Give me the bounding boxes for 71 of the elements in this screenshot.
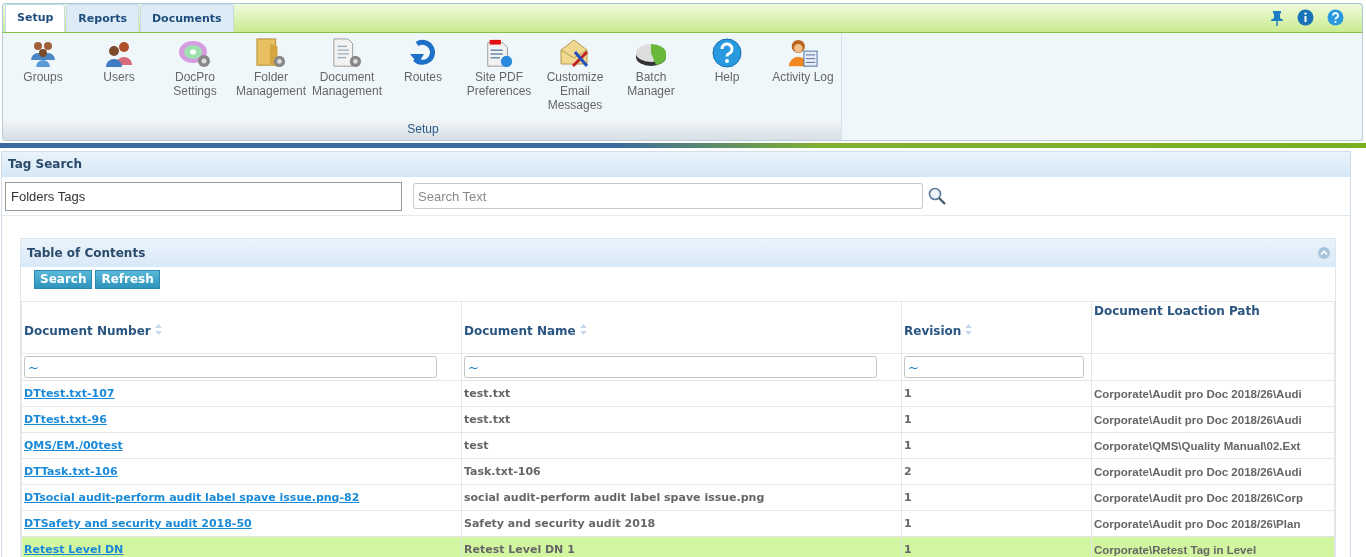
search-icon[interactable] (928, 187, 946, 205)
help-icon[interactable] (1327, 9, 1344, 26)
table-row[interactable]: DTtest.txt-96 test.txt 1 Corporate\Audit pro Doc 2018/26\Audi (21, 406, 1335, 433)
ribbon-button[interactable]: Routes (385, 38, 461, 120)
person-list-icon (786, 38, 820, 68)
ribbon-button[interactable]: Batch Manager (613, 38, 689, 120)
document-link[interactable]: DTtest.txt-107 (24, 387, 115, 400)
table-cell: test.txt (464, 413, 511, 426)
column-header[interactable]: Revision (904, 323, 962, 338)
ribbon-button[interactable]: Folder Management (233, 38, 309, 120)
table-cell: test.txt (464, 387, 511, 400)
table-cell: Retest Level DN 1 (464, 543, 575, 556)
document-link[interactable]: QMS/EM./00test (24, 439, 123, 452)
table-cell: 2 (904, 465, 912, 478)
ribbon-tab[interactable]: Documents (139, 4, 234, 32)
column-header[interactable]: Document Loaction Path (1094, 304, 1260, 318)
table-row[interactable]: DTSafety and security audit 2018-50 Safety and security audit 2018 1 Corporate\Audit pro Doc 2018/26\Plan (21, 510, 1335, 537)
info-icon[interactable] (1297, 9, 1314, 26)
table-cell: Task.txt-106 (464, 465, 541, 478)
ribbon-button[interactable]: Site PDF Preferences (461, 38, 537, 120)
document-link[interactable]: Retest Level DN (24, 543, 124, 556)
search-field[interactable]: Search Text (413, 183, 923, 209)
collapse-icon[interactable] (1318, 247, 1330, 259)
help-icon (712, 38, 742, 68)
filter-field[interactable]: ~ (24, 356, 437, 378)
table-cell: 1 (904, 517, 912, 530)
disc-gear-icon (178, 38, 212, 68)
table-row[interactable]: QMS/EM./00test test 1 Corporate\QMS\Quality Manual\02.Ext (21, 432, 1335, 459)
ribbon-tab[interactable]: Setup (5, 4, 66, 32)
filter-field[interactable]: ~ (464, 356, 877, 378)
table-row[interactable]: DTtest.txt-107 test.txt 1 Corporate\Audit pro Doc 2018/26\Audi (21, 380, 1335, 407)
document-link[interactable]: DTtest.txt-96 (24, 413, 107, 426)
table-cell: Corporate\Audit pro Doc 2018/26\Audi (1094, 387, 1302, 400)
folders-field[interactable]: Folders Tags (5, 181, 402, 211)
ribbon-group-label: Setup (3, 120, 841, 140)
table-row[interactable]: Retest Level DN Retest Level DN 1 1 Corporate\Retest Tag in Level (21, 536, 1335, 557)
table-cell: Corporate\Audit pro Doc 2018/26\Corp (1094, 491, 1303, 504)
table-cell: 1 (904, 439, 912, 452)
ribbon-button[interactable]: Customize Email Messages (537, 38, 613, 120)
pin-icon[interactable] (1270, 9, 1284, 26)
ribbon-button[interactable]: Groups (5, 38, 81, 120)
ribbon-tab[interactable]: Reports (66, 4, 139, 32)
table-row[interactable]: DTTask.txt-106 Task.txt-106 2 Corporate\Audit pro Doc 2018/26\Audi (21, 458, 1335, 485)
ribbon-button[interactable]: Users (81, 38, 157, 120)
table-cell: Corporate\Audit pro Doc 2018/26\Plan (1094, 517, 1301, 530)
folder-gear-icon (254, 38, 288, 68)
table-cell: social audit-perform audit label spave issue.png (464, 491, 765, 504)
table-cell: Safety and security audit 2018 (464, 517, 656, 530)
table-cell: 1 (904, 491, 912, 504)
filter-field[interactable]: ~ (904, 356, 1084, 378)
column-header[interactable]: Document Name (464, 323, 576, 338)
ribbon-button[interactable]: DocPro Settings (157, 38, 233, 120)
table-cell: Corporate\Audit pro Doc 2018/26\Audi (1094, 413, 1302, 426)
table-cell: 1 (904, 543, 912, 556)
column-header[interactable]: Document Number (24, 323, 151, 338)
document-link[interactable]: DTTask.txt-106 (24, 465, 118, 478)
envelope-tools-icon (559, 38, 591, 68)
panel-title: Tag Search (2, 152, 1350, 177)
ribbon-button[interactable]: Activity Log (765, 38, 841, 120)
table-cell: 1 (904, 413, 912, 426)
ribbon-button[interactable]: Document Management (309, 38, 385, 120)
refresh-arrow-icon (408, 38, 438, 68)
table-cell: 1 (904, 387, 912, 400)
panel-title: Table of Contents (27, 246, 146, 260)
table-cell: Corporate\Retest Tag in Level (1094, 543, 1257, 556)
table-row[interactable]: DTsocial audit-perform audit label spave issue.png-82 social audit-perform audit label spave issue.png 1 Corporate\Audit pro Doc 2018/26\Corp (21, 484, 1335, 511)
ribbon-button[interactable]: Help (689, 38, 765, 120)
table-cell: Corporate\Audit pro Doc 2018/26\Audi (1094, 465, 1302, 478)
table-cell: test (464, 439, 489, 452)
table-cell: Corporate\QMS\Quality Manual\02.Ext (1094, 439, 1301, 452)
document-gear-icon (330, 38, 364, 68)
